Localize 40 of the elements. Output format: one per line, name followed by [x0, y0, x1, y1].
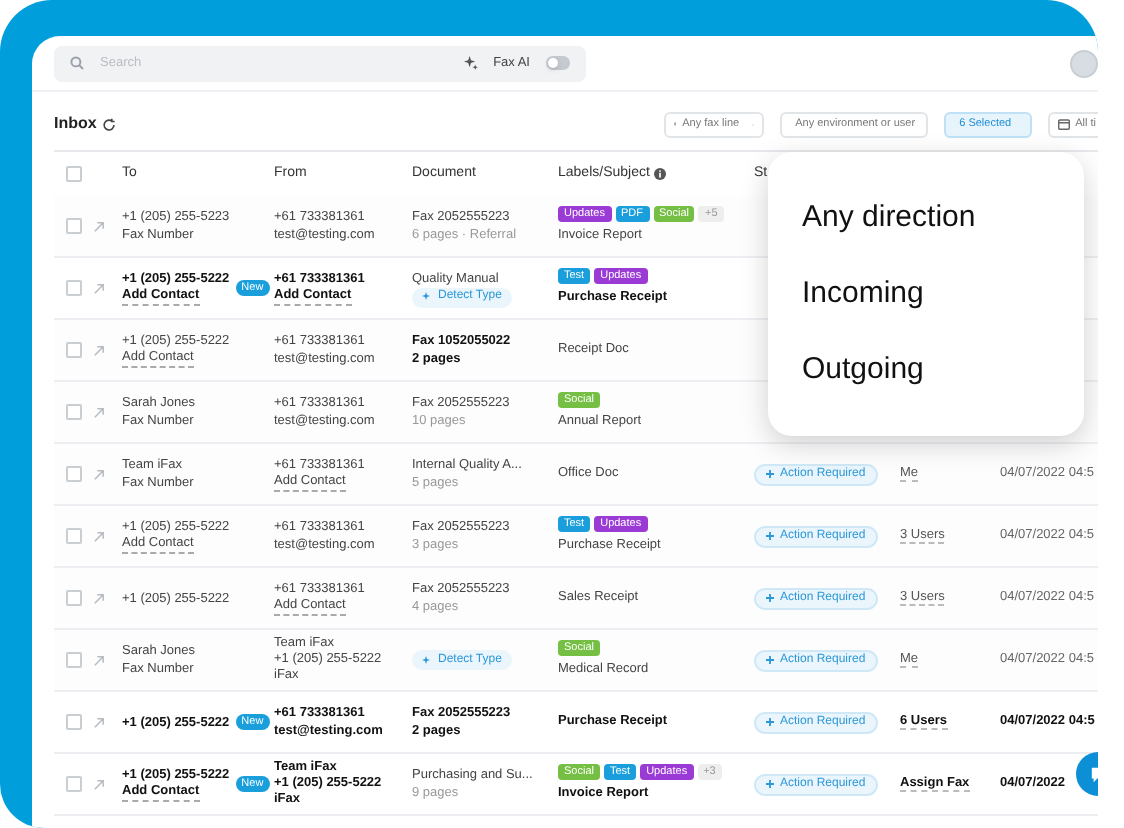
avatar[interactable]	[1070, 49, 1098, 77]
row-checkbox[interactable]	[66, 280, 82, 296]
refresh-icon[interactable]	[102, 117, 117, 131]
plus-icon	[766, 780, 774, 788]
search-icon	[70, 56, 84, 70]
arrow-icon	[94, 593, 104, 603]
row-checkbox[interactable]	[66, 342, 82, 358]
row-checkbox[interactable]	[66, 528, 82, 544]
row-checkbox[interactable]	[66, 466, 82, 482]
arrow-icon	[94, 345, 104, 355]
fax-ai-toggle[interactable]	[546, 56, 570, 70]
arrow-icon	[94, 469, 104, 479]
arrow-icon	[94, 283, 104, 293]
plus-icon	[766, 656, 774, 664]
menu-item[interactable]: Incoming	[802, 276, 1084, 312]
arrow-icon	[94, 717, 104, 727]
arrow-icon	[94, 531, 104, 541]
sparkle-icon	[422, 655, 432, 665]
plus-icon	[766, 470, 774, 478]
arrow-icon	[94, 779, 104, 789]
calendar-icon	[1057, 118, 1070, 130]
plus-icon	[766, 594, 774, 602]
arrow-icon	[94, 407, 104, 417]
inbox-title: Inbox	[54, 112, 97, 136]
row-checkbox[interactable]	[66, 404, 82, 420]
select-all-checkbox[interactable]	[66, 166, 82, 182]
plus-icon	[766, 718, 774, 726]
row-checkbox[interactable]	[66, 218, 82, 234]
arrow-icon	[94, 221, 104, 231]
row-checkbox[interactable]	[66, 714, 82, 730]
sparkle-icon	[463, 56, 478, 70]
row-checkbox[interactable]	[66, 590, 82, 606]
menu-item[interactable]: Any direction	[802, 200, 1084, 236]
row-checkbox[interactable]	[66, 776, 82, 792]
info-icon	[653, 168, 666, 180]
menu-item[interactable]: Outgoing	[802, 352, 1084, 388]
arrow-icon	[94, 655, 104, 665]
row-checkbox[interactable]	[66, 652, 82, 668]
sparkle-icon	[422, 292, 432, 302]
plus-icon	[766, 532, 774, 540]
